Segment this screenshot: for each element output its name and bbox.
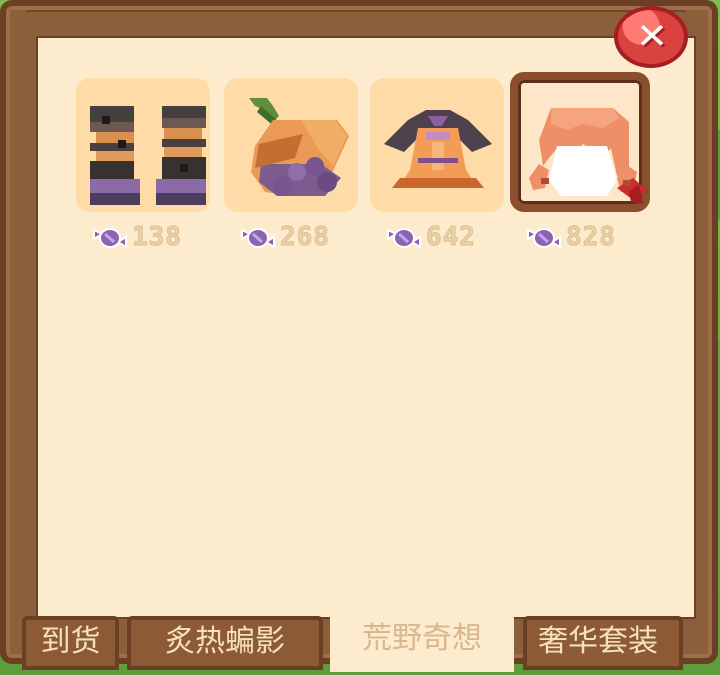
price-row: 138: [92, 220, 210, 260]
tab-arrival[interactable]: 到货: [22, 616, 119, 670]
dress-icon: [384, 110, 492, 188]
hair-icon: [529, 108, 647, 204]
tab-hot-bat-shadow[interactable]: 炙热蝙影: [127, 616, 323, 670]
item-price: 642: [426, 222, 476, 253]
shop-tabs: 到货 炙热蝙影 荒野奇想 奢华套装: [0, 613, 720, 675]
carrot-basket-icon: [249, 98, 349, 196]
tab-luxury-set[interactable]: 奢华套装: [523, 616, 683, 670]
selected-item-slot[interactable]: [510, 72, 650, 212]
shop-panel: 138 268 642 828: [36, 36, 696, 619]
item-slot[interactable]: [224, 78, 358, 212]
shop-window-frame: 138 268 642 828: [0, 0, 718, 664]
shop-item-carrot[interactable]: 268: [224, 72, 362, 262]
candy-icon: [93, 228, 127, 249]
candy-icon: [527, 228, 561, 249]
item-slot[interactable]: [370, 78, 504, 212]
price-row: 268: [240, 220, 358, 260]
item-price: 138: [132, 222, 182, 253]
price-row: 642: [386, 220, 504, 260]
candy-icon: [241, 228, 275, 249]
candy-icon: [387, 228, 421, 249]
close-icon: ✕: [635, 17, 669, 57]
game-scene: 138 268 642 828 ✕ 到货 炙热蝙影 荒野奇想 奢华套装: [0, 0, 720, 675]
close-button[interactable]: ✕: [614, 6, 688, 68]
shop-item-boots[interactable]: 138: [76, 72, 214, 262]
shop-item-hair[interactable]: 828: [510, 72, 650, 262]
item-price: 828: [566, 222, 616, 253]
item-price: 268: [280, 222, 330, 253]
shop-item-grid: 138 268 642 828: [76, 72, 676, 262]
boots-icon: [90, 106, 206, 205]
shop-item-dress[interactable]: 642: [370, 72, 508, 262]
price-row: 828: [526, 220, 644, 260]
tab-wild-fantasy[interactable]: 荒野奇想: [330, 613, 514, 672]
item-slot[interactable]: [76, 78, 210, 212]
